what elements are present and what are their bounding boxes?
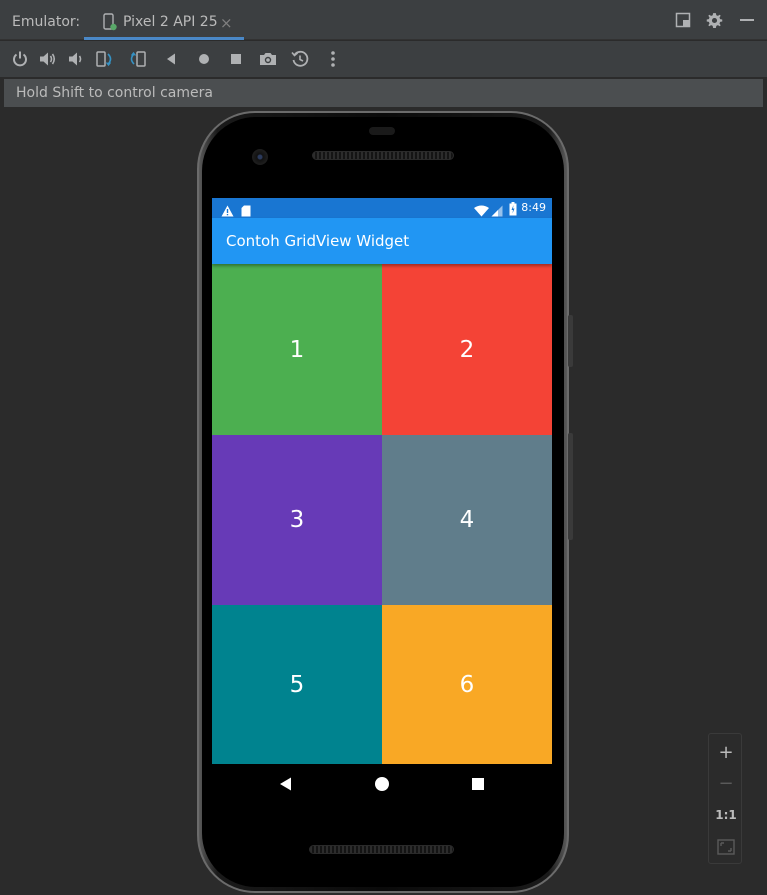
tab-title: Pixel 2 API 25 bbox=[123, 14, 218, 30]
rotate-left-icon[interactable] bbox=[94, 49, 114, 69]
power-side-button bbox=[568, 315, 573, 367]
device-screen[interactable]: 8:49 Contoh GridView Widget 1 2 3 4 5 6 bbox=[212, 198, 552, 764]
grid-item-5[interactable]: 5 bbox=[212, 605, 382, 764]
top-sensor bbox=[369, 127, 395, 135]
grid-item-2[interactable]: 2 bbox=[382, 264, 552, 435]
grid-item-label: 2 bbox=[459, 336, 475, 363]
grid-item-3[interactable]: 3 bbox=[212, 435, 382, 605]
snapshot-icon[interactable] bbox=[290, 49, 310, 69]
bottom-speaker bbox=[309, 845, 454, 854]
tool-window-header: Emulator: Pixel 2 API 25 × bbox=[0, 0, 767, 40]
screenshot-icon[interactable] bbox=[258, 49, 278, 69]
gear-icon[interactable] bbox=[706, 12, 723, 33]
app-bar: Contoh GridView Widget bbox=[212, 218, 552, 264]
app-title: Contoh GridView Widget bbox=[226, 232, 410, 250]
android-status-bar: 8:49 bbox=[212, 198, 552, 218]
volume-side-button bbox=[568, 433, 573, 540]
zoom-out-button[interactable]: − bbox=[709, 767, 743, 799]
nav-overview-icon[interactable] bbox=[470, 776, 486, 792]
minimize-icon[interactable] bbox=[739, 12, 755, 32]
status-time: 8:49 bbox=[521, 201, 546, 214]
grid-item-label: 3 bbox=[289, 507, 305, 533]
home-icon[interactable] bbox=[194, 49, 214, 69]
rotate-right-icon[interactable] bbox=[126, 49, 146, 69]
volume-up-icon[interactable] bbox=[38, 49, 58, 69]
grid-item-label: 1 bbox=[289, 336, 305, 363]
more-icon[interactable] bbox=[323, 49, 343, 69]
grid-item-label: 6 bbox=[459, 671, 475, 698]
grid-item-label: 5 bbox=[289, 671, 305, 698]
back-icon[interactable] bbox=[162, 49, 182, 69]
grid-item-4[interactable]: 4 bbox=[382, 435, 552, 605]
overview-icon[interactable] bbox=[226, 49, 246, 69]
camera-hint-bar: Hold Shift to control camera bbox=[4, 79, 763, 107]
volume-down-icon[interactable] bbox=[66, 49, 86, 69]
camera-hint-text: Hold Shift to control camera bbox=[16, 85, 213, 101]
zoom-in-button[interactable]: + bbox=[709, 736, 743, 768]
restore-layout-icon[interactable] bbox=[675, 12, 691, 32]
zoom-controls: + − 1:1 bbox=[708, 733, 742, 864]
android-nav-bar bbox=[212, 764, 552, 804]
tab-pixel-2-api-25[interactable]: Pixel 2 API 25 × bbox=[84, 0, 244, 40]
emulator-toolbar bbox=[0, 41, 767, 77]
fit-screen-icon[interactable] bbox=[709, 831, 743, 863]
earpiece-speaker bbox=[312, 151, 454, 160]
device-icon bbox=[102, 13, 118, 35]
nav-home-icon[interactable] bbox=[374, 776, 390, 792]
grid-view: 1 2 3 4 5 6 bbox=[212, 264, 552, 764]
nav-back-icon[interactable] bbox=[278, 776, 294, 792]
emulator-label: Emulator: bbox=[12, 14, 81, 30]
power-icon[interactable] bbox=[10, 49, 30, 69]
grid-item-1[interactable]: 1 bbox=[212, 264, 382, 435]
grid-item-label: 4 bbox=[459, 507, 475, 533]
close-tab-icon[interactable]: × bbox=[220, 14, 233, 32]
front-camera bbox=[252, 149, 268, 165]
active-tab-indicator bbox=[84, 37, 244, 40]
grid-item-6[interactable]: 6 bbox=[382, 605, 552, 764]
actual-size-button[interactable]: 1:1 bbox=[709, 799, 743, 831]
